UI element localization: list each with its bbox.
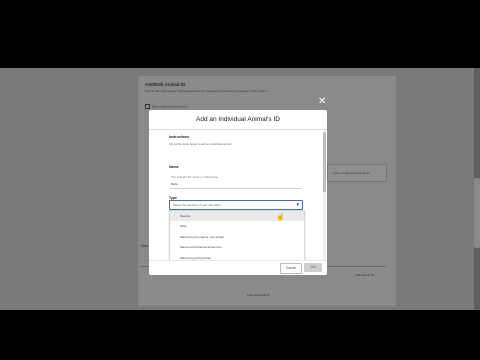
modal-body: Instructions Fill out the fields below t… xyxy=(149,130,327,260)
chevron-down-icon: ▾ xyxy=(296,201,299,208)
background-delete-stub: Dele xyxy=(141,244,149,248)
page-scrollbar-thumb[interactable] xyxy=(474,178,480,248)
background-add-id-box[interactable]: Add an Individual Animal ID xyxy=(327,164,387,182)
background-heading: Add/Edit Animal ID xyxy=(145,82,186,87)
background-add-id-text: Add an Individual Animal ID xyxy=(333,171,370,175)
species-option[interactable]: Mammal (non-equine, non-avian) xyxy=(170,232,304,242)
name-heading: Name xyxy=(169,165,179,169)
name-field-underline xyxy=(169,188,301,189)
mouse-cursor-icon: ☝ xyxy=(276,214,285,221)
background-checkbox[interactable]: Show individual animal IDs xyxy=(145,104,188,109)
name-field[interactable]: Bella xyxy=(171,182,178,186)
species-option[interactable]: Mammal (bovine/ovine/caprine) xyxy=(170,242,304,252)
add-button[interactable]: Add xyxy=(304,263,322,272)
background-small-link[interactable]: Add animal ID xyxy=(355,273,374,277)
background-description: Animal IDs help identify individual anim… xyxy=(145,89,268,93)
instructions-text: Fill out the fields below to add an indi… xyxy=(169,142,232,146)
modal-title: Add an Individual Animal's ID xyxy=(196,116,280,123)
modal-footer-divider xyxy=(149,260,327,261)
close-icon[interactable]: ✕ xyxy=(318,97,326,107)
name-field-label: The Animal's ID number, or Nickname xyxy=(171,175,218,179)
background-footer-link[interactable]: Add Individual ID xyxy=(247,293,270,297)
species-option[interactable]: Mule xyxy=(170,221,304,231)
cancel-button[interactable]: Cancel xyxy=(280,263,302,274)
species-option[interactable]: Mammal (poultry/avian) xyxy=(170,253,304,260)
species-select[interactable]: Select the species of your animal(s) ▾ xyxy=(169,200,303,210)
instructions-heading: Instructions xyxy=(169,135,190,139)
species-select-placeholder: Select the species of your animal(s) xyxy=(173,203,221,207)
modal-scrollbar-thumb[interactable] xyxy=(323,132,326,192)
add-animal-id-modal: Add an Individual Animal's ID Instructio… xyxy=(149,110,327,275)
